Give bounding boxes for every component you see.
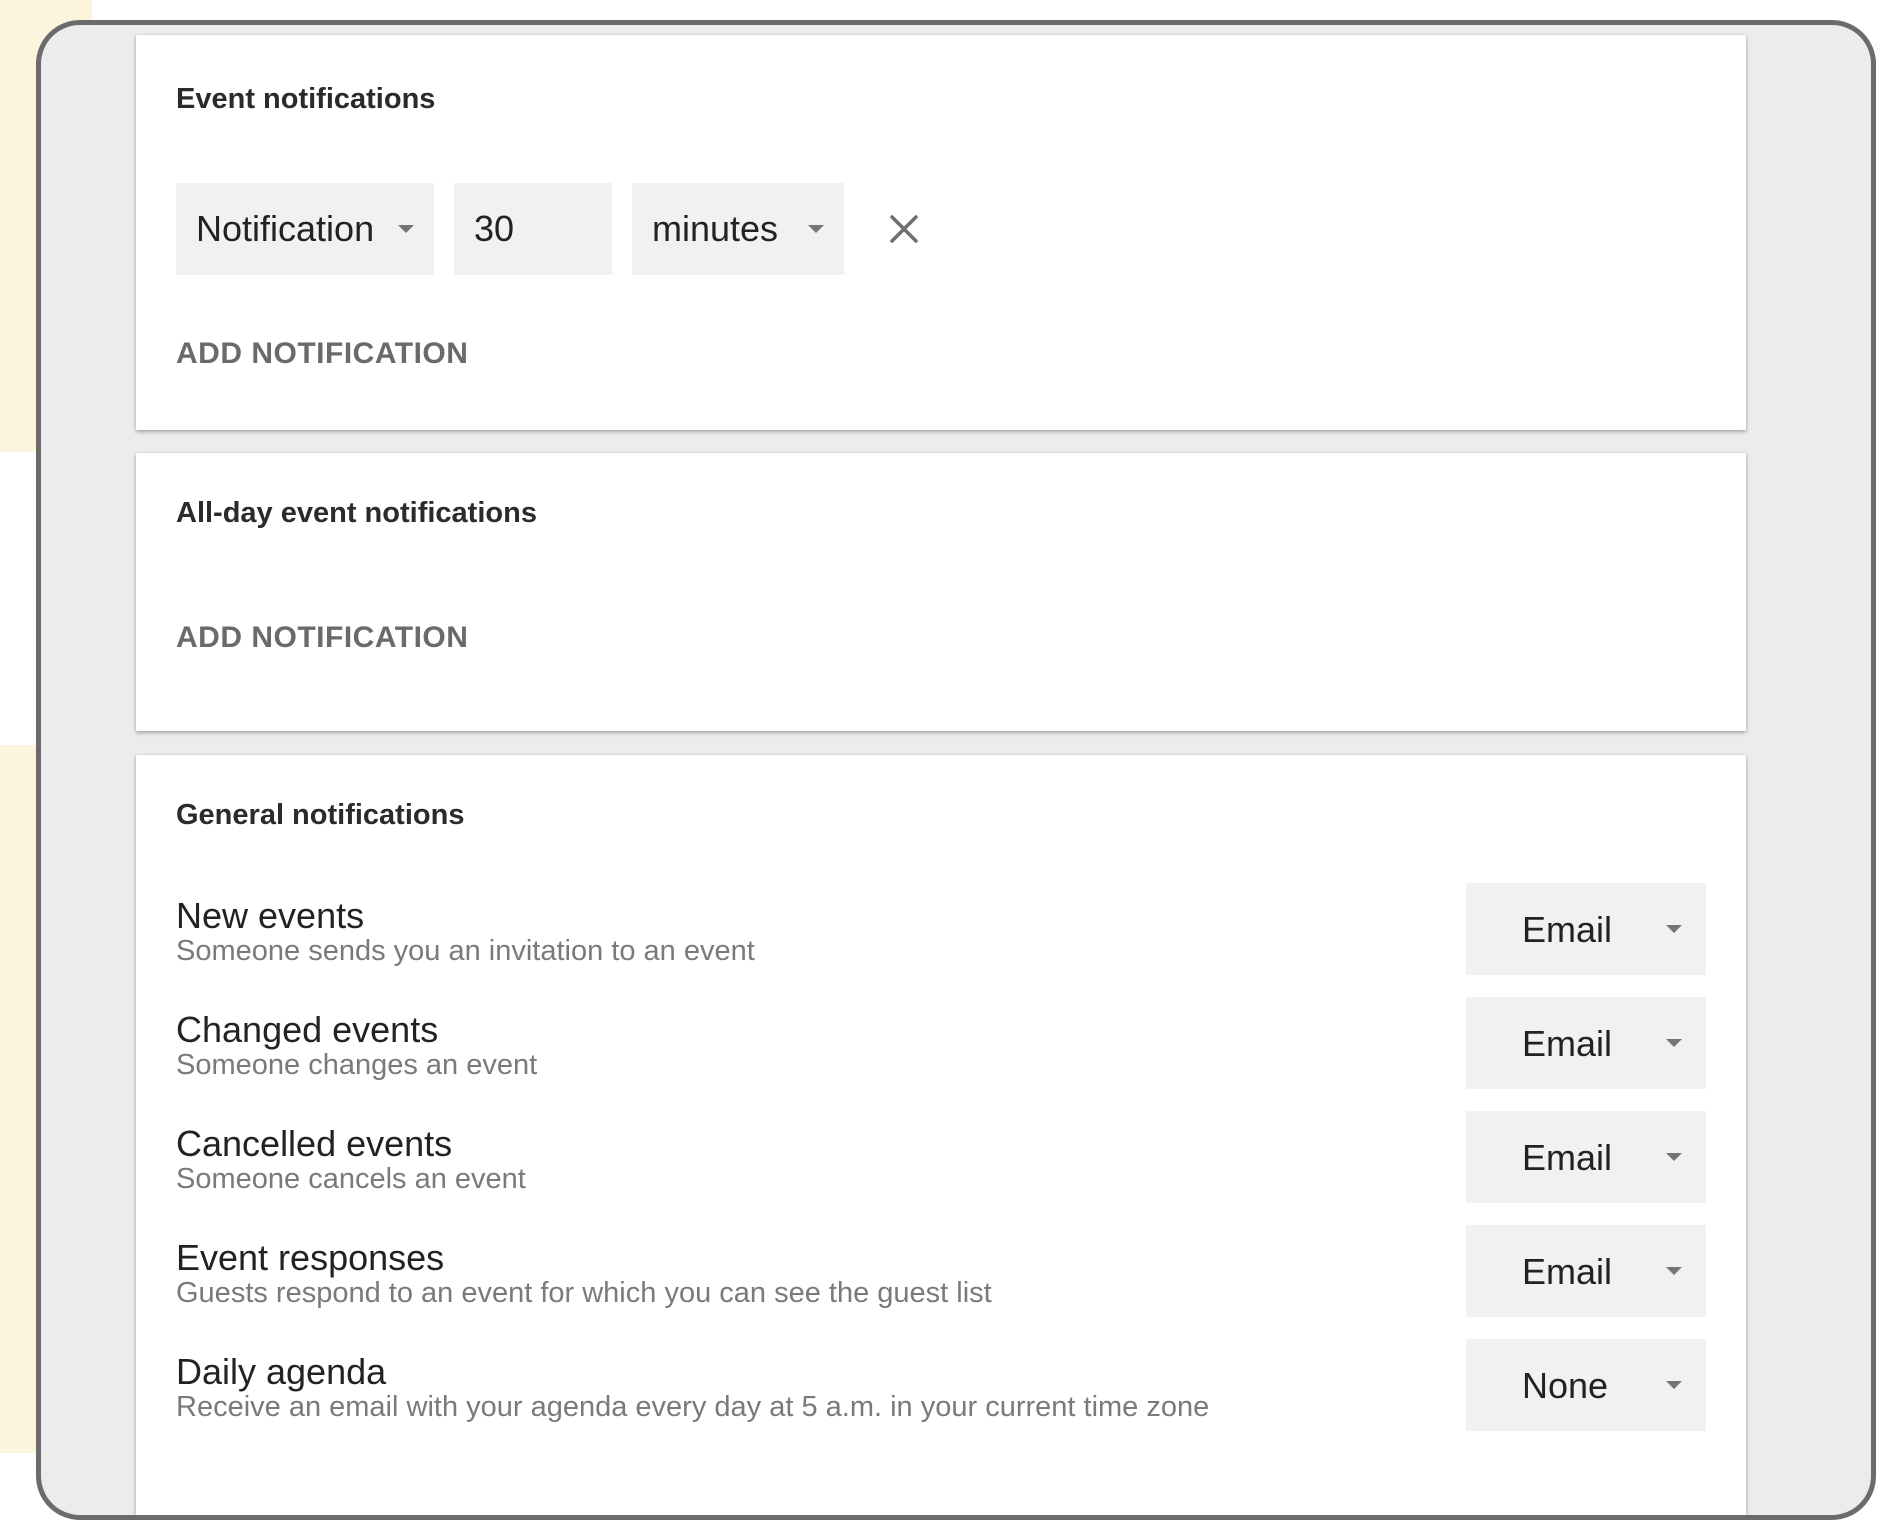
select-value: Email <box>1522 1251 1613 1292</box>
general-notification-row: Cancelled events Someone cancels an even… <box>176 1111 1706 1213</box>
card-title: All-day event notifications <box>176 497 537 529</box>
general-notification-row: Event responses Guests respond to an eve… <box>176 1225 1706 1327</box>
general-notification-row: Changed events Someone changes an event … <box>176 997 1706 1099</box>
notification-method-select[interactable]: None <box>1466 1339 1706 1431</box>
row-description: Someone changes an event <box>176 1049 538 1081</box>
select-value: Email <box>1522 1137 1613 1178</box>
general-notification-row: New events Someone sends you an invitati… <box>176 883 1706 985</box>
close-icon[interactable] <box>880 205 928 253</box>
chevron-down-icon <box>808 225 824 233</box>
chevron-down-icon <box>1666 1153 1682 1161</box>
notification-method-select[interactable]: Email <box>1466 883 1706 975</box>
notification-method-select[interactable]: Email <box>1466 997 1706 1089</box>
row-label: Event responses <box>176 1237 445 1278</box>
chevron-down-icon <box>398 225 414 233</box>
add-notification-button[interactable]: ADD NOTIFICATION <box>176 621 468 655</box>
row-description: Someone sends you an invitation to an ev… <box>176 935 755 967</box>
chevron-down-icon <box>1666 1039 1682 1047</box>
notification-amount-input[interactable]: 30 <box>454 183 612 275</box>
select-value: Email <box>1522 909 1613 950</box>
row-description: Receive an email with your agenda every … <box>176 1391 1210 1423</box>
all-day-notifications-card: All-day event notifications ADD NOTIFICA… <box>136 453 1746 731</box>
notification-unit-value: minutes <box>652 208 779 249</box>
notification-type-value: Notification <box>196 208 375 249</box>
general-notifications-card: General notifications New events Someone… <box>136 755 1746 1515</box>
add-notification-button[interactable]: ADD NOTIFICATION <box>176 337 468 371</box>
chevron-down-icon <box>1666 1381 1682 1389</box>
chevron-down-icon <box>1666 1267 1682 1275</box>
chevron-down-icon <box>1666 925 1682 933</box>
notification-amount-value: 30 <box>474 208 515 249</box>
settings-window: Event notifications Notification 30 minu… <box>36 20 1876 1520</box>
row-label: Changed events <box>176 1009 439 1050</box>
card-title: General notifications <box>176 799 465 831</box>
select-value: Email <box>1522 1023 1613 1064</box>
notification-method-select[interactable]: Email <box>1466 1111 1706 1203</box>
notification-method-select[interactable]: Email <box>1466 1225 1706 1317</box>
general-notification-row: Daily agenda Receive an email with your … <box>176 1339 1706 1441</box>
notification-unit-select[interactable]: minutes <box>632 183 844 275</box>
row-description: Guests respond to an event for which you… <box>176 1277 992 1309</box>
row-label: Cancelled events <box>176 1123 453 1164</box>
row-description: Someone cancels an event <box>176 1163 526 1195</box>
select-value: None <box>1522 1365 1609 1406</box>
notification-type-select[interactable]: Notification <box>176 183 434 275</box>
row-label: Daily agenda <box>176 1351 387 1392</box>
card-title: Event notifications <box>176 83 436 115</box>
event-notifications-card: Event notifications Notification 30 minu… <box>136 35 1746 430</box>
row-label: New events <box>176 895 365 936</box>
